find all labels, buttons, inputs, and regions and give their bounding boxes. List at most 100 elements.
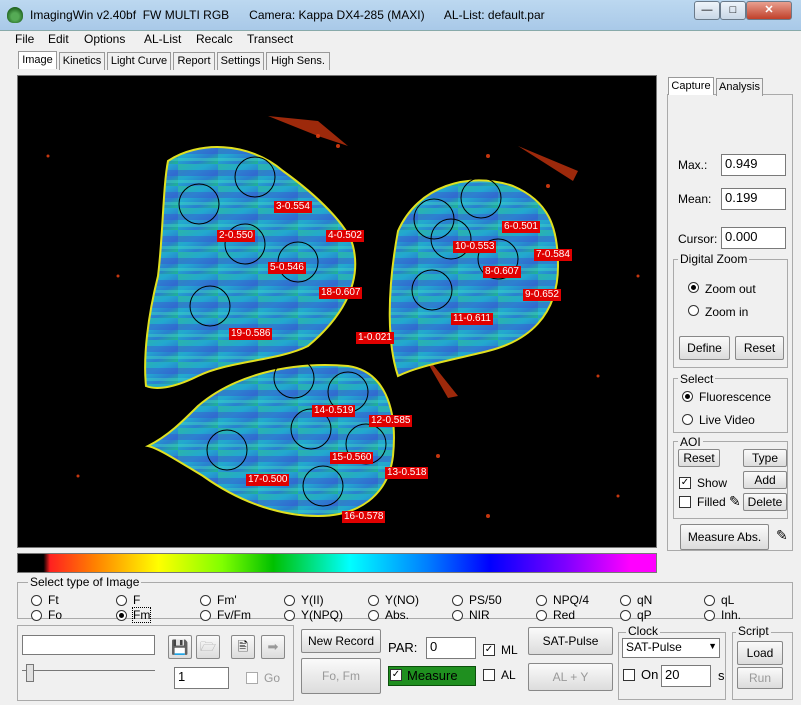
measure-checkbox[interactable]: ✓	[390, 669, 402, 681]
tab-capture[interactable]: Capture	[668, 77, 714, 95]
zoom-out-radio[interactable]	[688, 282, 699, 296]
image-type-label: Red	[553, 608, 576, 622]
define-button[interactable]: Define	[679, 336, 730, 360]
aoi-label: 14-0.519	[312, 405, 356, 417]
filled-checkbox[interactable]	[679, 496, 691, 508]
clock-select[interactable]: SAT-Pulse ▼	[622, 638, 720, 658]
menu-edit[interactable]: Edit	[48, 32, 69, 46]
go-checkbox[interactable]	[246, 672, 258, 684]
image-type-radio[interactable]	[368, 595, 379, 609]
aoi-reset-button[interactable]: Reset	[678, 449, 720, 467]
menu-al-list[interactable]: AL-List	[144, 32, 181, 46]
al-checkbox[interactable]	[483, 669, 495, 681]
folder-icon[interactable]: 🗁	[196, 635, 220, 659]
clock-interval-field[interactable]: 20	[661, 665, 711, 687]
clock-on-checkbox[interactable]	[623, 669, 635, 681]
mean-label: Mean:	[678, 192, 712, 206]
aoi-label: 9-0.652	[523, 289, 561, 301]
menu-file[interactable]: File	[15, 32, 34, 46]
image-type-radio[interactable]	[620, 610, 631, 624]
par-label: PAR:	[388, 640, 418, 655]
zoom-reset-button[interactable]: Reset	[735, 336, 784, 360]
new-record-button[interactable]: New Record	[301, 629, 381, 653]
zoom-in-radio[interactable]	[688, 305, 699, 319]
chevron-down-icon: ▼	[708, 641, 717, 651]
image-type-radio[interactable]	[31, 610, 42, 624]
image-type-radio[interactable]	[116, 610, 127, 624]
aoi-label: 16-0.578	[342, 511, 386, 523]
show-checkbox[interactable]: ✓	[679, 477, 691, 489]
aoi-label: 19-0.586	[229, 328, 273, 340]
tab-light-curve[interactable]: Light Curve	[107, 52, 171, 70]
image-type-radio[interactable]	[31, 595, 42, 609]
script-run-button[interactable]: Run	[737, 667, 783, 689]
menu-recalc[interactable]: Recalc	[196, 32, 233, 46]
cursor-label: Cursor:	[678, 232, 718, 246]
zoom-in-label: Zoom in	[705, 305, 749, 319]
image-type-radio[interactable]	[704, 595, 715, 609]
ml-checkbox[interactable]: ✓	[483, 644, 495, 656]
record-name-field[interactable]	[22, 635, 155, 655]
document-icon[interactable]: 🖹	[231, 635, 255, 659]
tab-high-sens[interactable]: High Sens.	[266, 52, 330, 70]
save-icon[interactable]: 💾	[168, 635, 192, 659]
image-type-radio[interactable]	[284, 595, 295, 609]
aoi-label: 15-0.560	[330, 452, 374, 464]
image-type-radio[interactable]	[536, 610, 547, 624]
fluorescence-radio[interactable]	[682, 391, 693, 405]
max-value: 0.949	[721, 154, 786, 176]
slider-thumb[interactable]	[26, 664, 34, 682]
aoi-label: 13-0.518	[385, 467, 429, 479]
par-field[interactable]: 0	[426, 637, 476, 659]
image-type-radio[interactable]	[284, 610, 295, 624]
aoi-add-button[interactable]: Add	[743, 471, 787, 489]
aoi-label: 10-0.553	[453, 241, 497, 253]
pen-icon[interactable]: ✎	[776, 527, 788, 544]
close-button[interactable]: ✕	[746, 1, 792, 20]
image-type-label: Fm'	[217, 593, 237, 607]
measure-abs-button[interactable]: Measure Abs.	[680, 524, 769, 550]
image-type-radio[interactable]	[452, 610, 463, 624]
aoi-delete-button[interactable]: Delete	[743, 493, 787, 511]
tab-image[interactable]: Image	[18, 51, 57, 69]
clock-select-value: SAT-Pulse	[626, 640, 682, 654]
fo-fm-button[interactable]: Fo, Fm	[301, 658, 381, 694]
clock-on-label: On	[641, 667, 659, 682]
image-type-label: Y(NO)	[385, 593, 419, 607]
leaf-image-svg	[46, 116, 640, 518]
maximize-button[interactable]: □	[720, 1, 746, 20]
fluorescence-image[interactable]: 3-0.554 4-0.502 2-0.550 5-0.546 18-0.607…	[17, 75, 657, 548]
record-counter[interactable]: 1	[174, 667, 229, 689]
image-type-radio[interactable]	[620, 595, 631, 609]
tab-report[interactable]: Report	[173, 52, 215, 70]
al-y-button[interactable]: AL + Y	[528, 663, 613, 691]
tab-settings[interactable]: Settings	[217, 52, 264, 70]
tab-kinetics[interactable]: Kinetics	[59, 52, 105, 70]
script-load-button[interactable]: Load	[737, 641, 783, 665]
image-type-radio[interactable]	[116, 595, 127, 609]
pen-icon: ✎	[729, 493, 741, 509]
color-scale-bar	[17, 553, 657, 573]
image-type-radio[interactable]	[368, 610, 379, 624]
export-arrow-icon[interactable]: ➡	[261, 635, 285, 659]
record-slider[interactable]	[22, 670, 155, 684]
image-type-radio[interactable]	[200, 595, 211, 609]
image-type-radio[interactable]	[704, 610, 715, 624]
image-type-radio[interactable]	[200, 610, 211, 624]
script-title: Script	[736, 624, 771, 638]
fluorescence-label: Fluorescence	[699, 390, 772, 404]
menu-transect[interactable]: Transect	[247, 32, 293, 46]
aoi-type-button[interactable]: Type	[743, 449, 787, 467]
menu-options[interactable]: Options	[84, 32, 125, 46]
sat-pulse-button[interactable]: SAT-Pulse	[528, 627, 613, 655]
measure-label: Measure	[407, 668, 458, 683]
live-video-radio[interactable]	[682, 414, 693, 428]
tab-analysis[interactable]: Analysis	[716, 78, 763, 96]
image-type-label: Abs.	[385, 608, 410, 622]
image-type-radio[interactable]	[536, 595, 547, 609]
image-type-radio[interactable]	[452, 595, 463, 609]
leaf-3	[144, 364, 395, 518]
image-type-label: Fv/Fm	[217, 608, 251, 622]
image-type-label: Ft	[48, 593, 59, 607]
minimize-button[interactable]: —	[694, 1, 720, 20]
